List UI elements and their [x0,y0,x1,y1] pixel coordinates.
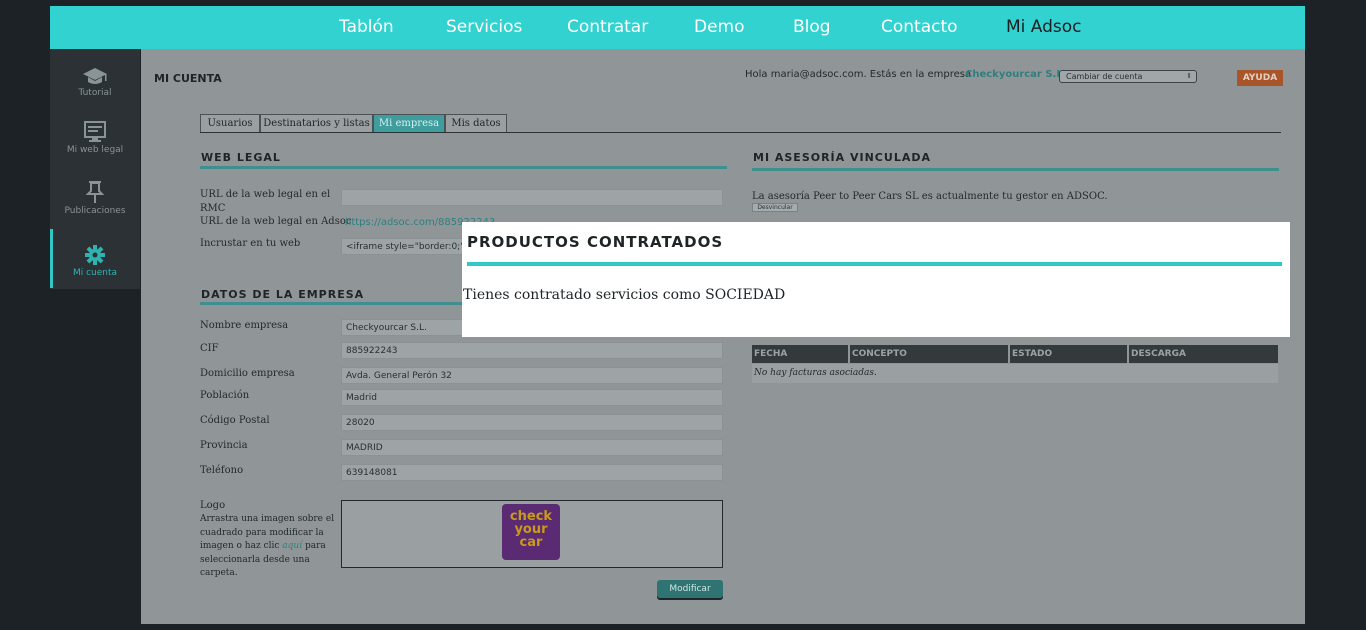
switch-account-select[interactable]: Cambiar de cuenta ⇕ [1059,70,1197,83]
nav-tablon[interactable]: Tablón [339,6,394,49]
section-underline [200,166,727,169]
sidebar-item-mi-cuenta[interactable]: Mi cuenta [50,244,140,278]
sidebar-item-mi-web-legal[interactable]: Mi web legal [50,121,140,155]
sidebar-item-label: Mi cuenta [72,268,118,278]
city-label: Población [200,390,250,401]
url-rmc-label: URL de la web legal en el [200,189,331,200]
sidebar-item-label: Tutorial [78,88,112,98]
nav-contacto[interactable]: Contacto [881,6,958,49]
city-field[interactable]: Madrid [341,389,723,406]
sidebar-item-publicaciones[interactable]: Publicaciones [50,180,140,216]
url-rmc-field[interactable] [341,189,723,206]
advisor-text: La asesoría Peer to Peer Cars SL es actu… [752,191,1108,202]
modal-text: Tienes contratado servicios como SOCIEDA… [463,287,786,303]
switch-account-value: Cambiar de cuenta [1066,72,1143,81]
modal-title-underline [467,262,1282,266]
section-underline [752,168,1279,171]
logo-text: car [519,535,543,550]
cif-label: CIF [200,343,219,354]
invoice-column-fecha: FECHA [752,345,848,363]
advisor-title: MI ASESORÍA VINCULADA [753,151,931,164]
company-name-label: Nombre empresa [200,320,289,331]
logo-label: Logo [200,500,226,511]
greeting-text: Hola maria@adsoc.com. Estás en la empres… [745,69,972,80]
province-label: Provincia [200,440,248,451]
company-link[interactable]: Checkyourcar S.L. [965,69,1067,80]
help-button[interactable]: AYUDA [1237,70,1283,86]
province-field[interactable]: MADRID [341,439,723,456]
logo-help-text-part: para [304,541,326,551]
nav-contratar[interactable]: Contratar [567,6,648,49]
modal-title: PRODUCTOS CONTRATADOS [467,233,724,251]
postal-code-label: Código Postal [200,415,270,426]
page-title: MI CUENTA [154,72,222,85]
sidebar: Tutorial Mi web legal Publicaciones Mi c… [50,49,140,289]
address-label: Domicilio empresa [200,368,295,379]
address-field[interactable]: Avda. General Perón 32 [341,367,723,384]
nav-mi-adsoc[interactable]: Mi Adsoc [1006,6,1082,49]
empty-invoices-text: No hay facturas asociadas. [754,368,877,378]
logo-help-text-part: imagen o haz clic [200,541,280,551]
contracted-products-modal: PRODUCTOS CONTRATADOS Tienes contratado … [462,222,1290,337]
nav-demo[interactable]: Demo [694,6,745,49]
tabs-divider [200,132,1281,133]
nav-servicios[interactable]: Servicios [446,6,522,49]
logo-help-text: imagen o haz clic aquí para [200,541,326,551]
company-data-title: DATOS DE LA EMPRESA [201,288,365,301]
invoice-column-descarga: DESCARGA [1129,345,1278,363]
tab-mis-datos[interactable]: Mis datos [445,114,507,132]
tab-destinatarios[interactable]: Destinatarios y listas [260,114,373,132]
sidebar-item-label: Mi web legal [66,145,124,155]
top-navigation-bar: Tablón Servicios Contratar Demo Blog Con… [50,6,1305,49]
table-row: No hay facturas asociadas. [752,364,1278,383]
graduation-cap-icon [83,68,107,84]
unlink-button[interactable]: Desvincular [752,203,798,212]
logo-help-text: Arrastra una imagen sobre el [200,514,335,524]
logo-dropzone[interactable]: check your car [341,500,723,568]
phone-field[interactable]: 639148081 [341,464,723,481]
monitor-icon [84,121,106,142]
logo-help-text: carpeta. [200,568,238,578]
logo-help-text: seleccionarla desde una [200,555,310,565]
tab-mi-empresa[interactable]: Mi empresa [373,114,445,132]
chevron-updown-icon: ⇕ [1186,72,1192,80]
gear-icon [85,245,105,265]
sidebar-active-indicator [50,229,53,288]
modify-button[interactable]: Modificar [657,580,723,598]
nav-blog[interactable]: Blog [793,6,831,49]
web-legal-title: WEB LEGAL [201,151,281,164]
invoice-column-estado: ESTADO [1010,345,1127,363]
logo-upload-link[interactable]: aquí [282,541,302,551]
phone-label: Teléfono [200,465,244,476]
embed-label: Incrustar en tu web [200,238,301,249]
url-rmc-label: RMC [200,203,226,214]
invoice-column-concepto: CONCEPTO [850,345,1008,363]
cif-field[interactable]: 885922243 [341,342,723,359]
sidebar-item-tutorial[interactable]: Tutorial [50,66,140,98]
sidebar-item-label: Publicaciones [64,206,126,216]
logo-help-text: cuadrado para modificar la [200,528,324,538]
postal-code-field[interactable]: 28020 [341,414,723,431]
url-adsoc-label: URL de la web legal en Adsoc [200,216,352,227]
tab-usuarios[interactable]: Usuarios [200,114,260,132]
pin-icon [85,181,105,203]
company-logo: check your car [502,504,560,560]
